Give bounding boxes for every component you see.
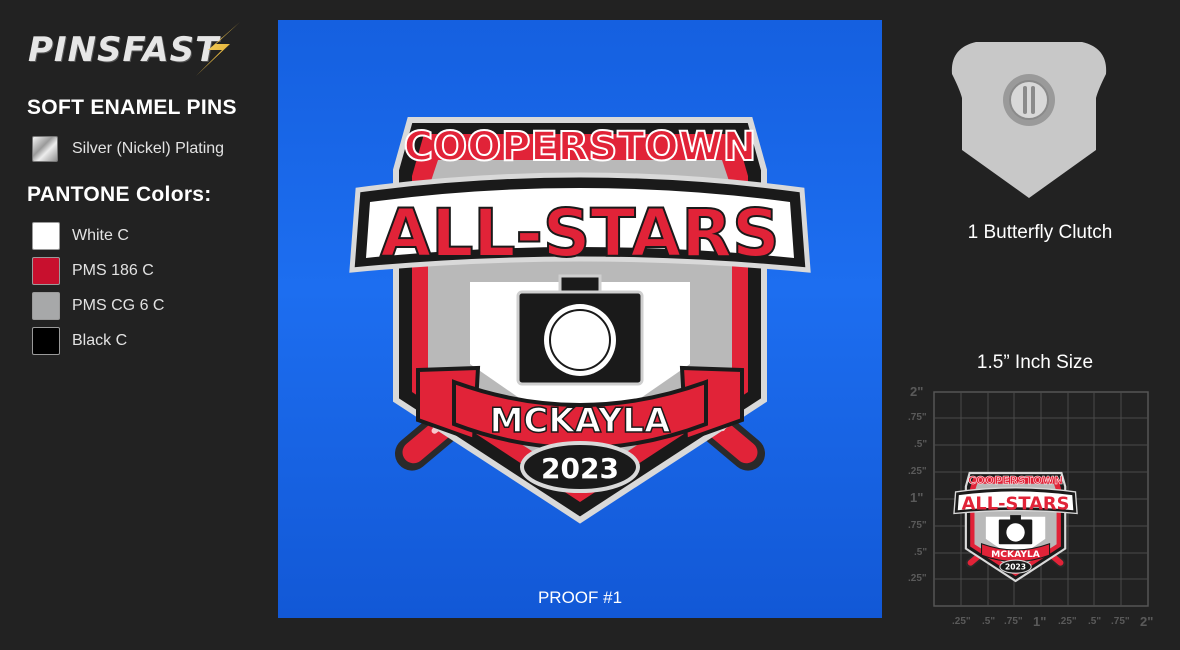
plating-label: Silver (Nickel) Plating (72, 140, 225, 157)
color-swatch (32, 292, 60, 320)
y-tick-label: .75" (908, 412, 927, 423)
color-label: PMS 186 C (72, 262, 154, 279)
y-tick-label: 1" (910, 490, 923, 505)
mini-pin: COOPERSTOWN ALL-STARS MCKAYLA 2023 (953, 471, 1078, 583)
pinsfast-logo: PINSFAST (28, 22, 258, 76)
color-item-black: Black C (32, 327, 272, 355)
color-swatch (32, 257, 60, 285)
x-tick-label: .25" (1058, 616, 1077, 627)
clutch-label: 1 Butterfly Clutch (967, 222, 1113, 243)
y-tick-label: .5" (914, 547, 927, 558)
plating-item: Silver (Nickel) Plating (32, 136, 272, 164)
pin-text-name: MCKAYLA (490, 401, 671, 441)
y-tick-label: .25" (908, 573, 927, 584)
color-swatch (32, 222, 60, 250)
x-tick-label: 2" (1140, 614, 1153, 629)
color-item-pms-cg6: PMS CG 6 C (32, 292, 272, 320)
size-ruler: 2" .75" .5" .25" 1" .75" .5" .25" .25" .… (908, 384, 1153, 629)
pin-text-line1: COOPERSTOWN (404, 124, 757, 170)
mini-pin-line2: ALL-STARS (962, 494, 1070, 515)
color-list: White C PMS 186 C PMS CG 6 C Black C (32, 222, 272, 362)
color-item-pms-186: PMS 186 C (32, 257, 272, 285)
pin-artwork: COOPERSTOWN ALL-STARS MCKAYLA 2023 (349, 117, 811, 524)
x-tick-label: 1" (1033, 614, 1046, 629)
butterfly-clutch-icon (1003, 74, 1055, 126)
color-item-white: White C (32, 222, 272, 250)
mini-pin-line1: COOPERSTOWN (968, 474, 1063, 487)
camera-icon (516, 274, 644, 386)
spec-panel: PINSFAST SOFT ENAMEL PINS Silver (Nickel… (0, 0, 270, 650)
pantone-heading: PANTONE Colors: (27, 183, 212, 206)
y-tick-label: .25" (908, 466, 927, 477)
plating-swatch (32, 136, 58, 162)
mini-pin-year: 2023 (1005, 563, 1026, 572)
pin-text-year: 2023 (541, 452, 619, 485)
x-tick-label: .75" (1111, 616, 1130, 627)
color-label: White C (72, 227, 129, 244)
mini-pin-name: MCKAYLA (991, 549, 1041, 560)
ruler-y-ticks: 2" .75" .5" .25" 1" .75" .5" .25" (908, 384, 927, 584)
color-swatch (32, 327, 60, 355)
pin-back-view (951, 42, 1107, 198)
proof-preview: COOPERSTOWN ALL-STARS MCKAYLA 2023 PROOF… (278, 20, 882, 618)
proof-label: PROOF #1 (537, 588, 623, 607)
x-tick-label: .25" (952, 616, 971, 627)
y-tick-label: 2" (910, 384, 923, 399)
y-tick-label: .5" (914, 439, 927, 450)
color-label: PMS CG 6 C (72, 297, 165, 314)
lightning-bolt-icon (196, 22, 240, 76)
pin-text-line2: ALL-STARS (380, 195, 779, 272)
x-tick-label: .5" (1088, 616, 1101, 627)
x-tick-label: .5" (982, 616, 995, 627)
size-title: 1.5” Inch Size (976, 352, 1094, 373)
ruler-x-ticks: .25" .5" .75" 1" .25" .5" .75" 2" (952, 614, 1153, 629)
y-tick-label: .75" (908, 520, 927, 531)
pin-type-heading: SOFT ENAMEL PINS (27, 96, 237, 119)
color-label: Black C (72, 332, 128, 349)
x-tick-label: .75" (1004, 616, 1023, 627)
